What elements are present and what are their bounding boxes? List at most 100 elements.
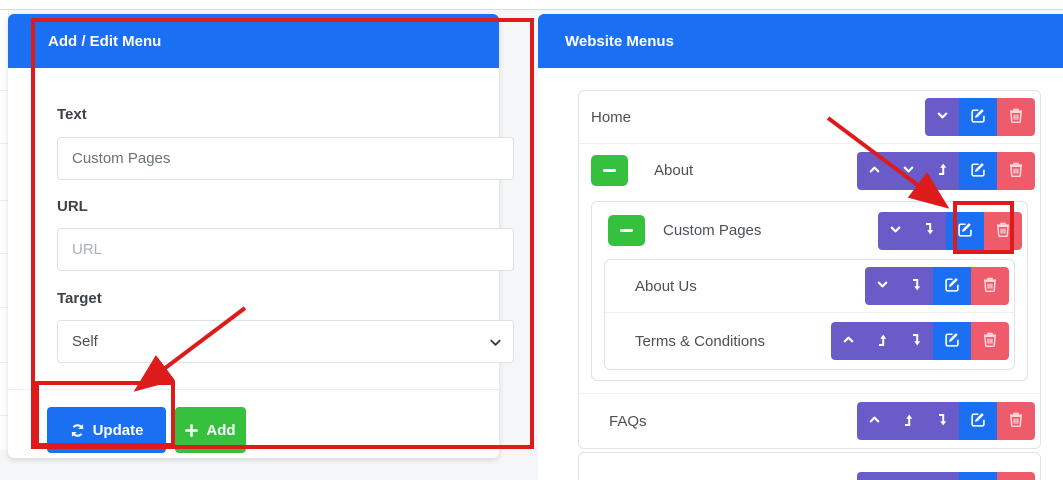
level-down-button[interactable] bbox=[899, 322, 933, 360]
level-up-icon bbox=[935, 162, 949, 179]
collapse-button[interactable] bbox=[591, 155, 628, 186]
move-up-button[interactable] bbox=[831, 322, 865, 360]
level-down-icon bbox=[922, 222, 936, 239]
url-field-label: URL bbox=[57, 198, 88, 215]
edit-icon bbox=[971, 412, 986, 430]
update-button[interactable]: Update bbox=[47, 407, 166, 453]
level-down-button[interactable] bbox=[925, 402, 959, 440]
text-input[interactable] bbox=[57, 137, 514, 180]
delete-button[interactable] bbox=[997, 402, 1035, 440]
menu-list-group: Services bbox=[578, 452, 1041, 480]
menu-row-about: About bbox=[579, 144, 1040, 197]
delete-button[interactable] bbox=[971, 322, 1009, 360]
minus-icon bbox=[603, 169, 616, 172]
move-down-button[interactable] bbox=[878, 212, 912, 250]
level-up-button[interactable] bbox=[891, 402, 925, 440]
move-up-button[interactable] bbox=[857, 152, 891, 190]
trash-icon bbox=[1009, 108, 1023, 126]
text-field-label: Text bbox=[57, 106, 87, 123]
menu-item-label: About Us bbox=[635, 278, 697, 295]
menu-item-label: Home bbox=[591, 109, 631, 126]
level-up-button[interactable] bbox=[925, 152, 959, 190]
add-edit-menu-header: Add / Edit Menu bbox=[8, 14, 499, 68]
delete-button[interactable] bbox=[997, 472, 1035, 480]
chevron-down-icon bbox=[936, 109, 949, 125]
delete-button[interactable] bbox=[997, 98, 1035, 136]
move-down-button[interactable] bbox=[925, 98, 959, 136]
row-actions bbox=[865, 267, 1009, 305]
trash-icon bbox=[983, 277, 997, 295]
page-top-strip bbox=[0, 0, 1063, 10]
chevron-up-icon bbox=[868, 413, 881, 429]
level-down-button[interactable] bbox=[899, 267, 933, 305]
submenu-group-custom-pages: About Us Terms & Conditions bbox=[604, 259, 1015, 370]
edit-button[interactable] bbox=[933, 322, 971, 360]
menu-row-terms-conditions: Terms & Conditions bbox=[605, 313, 1014, 369]
trash-icon bbox=[983, 332, 997, 350]
sync-icon bbox=[70, 423, 85, 438]
url-input[interactable] bbox=[57, 228, 514, 271]
level-up-button[interactable] bbox=[865, 322, 899, 360]
target-field-label: Target bbox=[57, 290, 102, 307]
custom-pages-edit-button[interactable] bbox=[946, 212, 984, 250]
edit-icon bbox=[945, 332, 960, 350]
level-up-button[interactable] bbox=[891, 472, 925, 480]
update-button-label: Update bbox=[93, 422, 144, 439]
menu-item-label: About bbox=[654, 162, 693, 179]
menu-row-custom-pages: Custom Pages bbox=[592, 202, 1027, 259]
target-select-wrap: Self bbox=[57, 320, 514, 363]
card-footer-divider bbox=[8, 389, 499, 390]
trash-icon bbox=[996, 222, 1010, 240]
website-menus-header: Website Menus bbox=[538, 14, 1063, 68]
edit-icon bbox=[958, 222, 973, 240]
edit-button[interactable] bbox=[959, 402, 997, 440]
delete-button[interactable] bbox=[971, 267, 1009, 305]
row-actions bbox=[857, 472, 1035, 480]
trash-icon bbox=[1009, 162, 1023, 180]
add-button[interactable]: Add bbox=[175, 407, 246, 453]
move-down-button[interactable] bbox=[891, 152, 925, 190]
edit-button[interactable] bbox=[959, 472, 997, 480]
row-actions bbox=[857, 402, 1035, 440]
trash-icon bbox=[1009, 412, 1023, 430]
menu-item-label: Custom Pages bbox=[663, 222, 761, 239]
move-up-button[interactable] bbox=[857, 472, 891, 480]
menu-row-services: Services bbox=[579, 453, 1040, 480]
move-up-button[interactable] bbox=[857, 402, 891, 440]
edit-icon bbox=[971, 162, 986, 180]
collapse-button[interactable] bbox=[608, 215, 645, 246]
row-actions bbox=[857, 152, 1035, 190]
chevron-down-icon bbox=[902, 163, 915, 179]
level-down-button[interactable] bbox=[912, 212, 946, 250]
level-down-icon bbox=[909, 278, 923, 295]
menu-list-group: Home About bbox=[578, 90, 1041, 449]
panel-title: Add / Edit Menu bbox=[48, 33, 161, 50]
submenu-group-about: Custom Pages About Us bbox=[591, 201, 1028, 381]
level-down-icon bbox=[935, 413, 949, 430]
row-actions bbox=[925, 98, 1035, 136]
delete-button[interactable] bbox=[997, 152, 1035, 190]
edit-button[interactable] bbox=[959, 98, 997, 136]
level-down-icon bbox=[909, 333, 923, 350]
add-edit-menu-panel: Add / Edit Menu Text URL Target Self bbox=[8, 14, 499, 458]
delete-button[interactable] bbox=[984, 212, 1022, 250]
edit-button[interactable] bbox=[959, 152, 997, 190]
chevron-up-icon bbox=[868, 163, 881, 179]
level-up-icon bbox=[901, 413, 915, 430]
menu-row-faqs: FAQs bbox=[579, 393, 1040, 448]
menu-item-label: FAQs bbox=[609, 413, 647, 430]
target-select[interactable]: Self bbox=[57, 320, 514, 363]
edit-icon bbox=[971, 108, 986, 126]
edit-button[interactable] bbox=[933, 267, 971, 305]
edit-icon bbox=[945, 277, 960, 295]
minus-icon bbox=[620, 229, 633, 232]
chevron-up-icon bbox=[842, 333, 855, 349]
level-up-icon bbox=[875, 333, 889, 350]
menu-row-home: Home bbox=[579, 91, 1040, 144]
panel-title: Website Menus bbox=[565, 33, 674, 50]
level-down-button[interactable] bbox=[925, 472, 959, 480]
add-button-label: Add bbox=[206, 422, 235, 439]
row-actions bbox=[831, 322, 1009, 360]
move-down-button[interactable] bbox=[865, 267, 899, 305]
chevron-down-icon bbox=[889, 223, 902, 239]
